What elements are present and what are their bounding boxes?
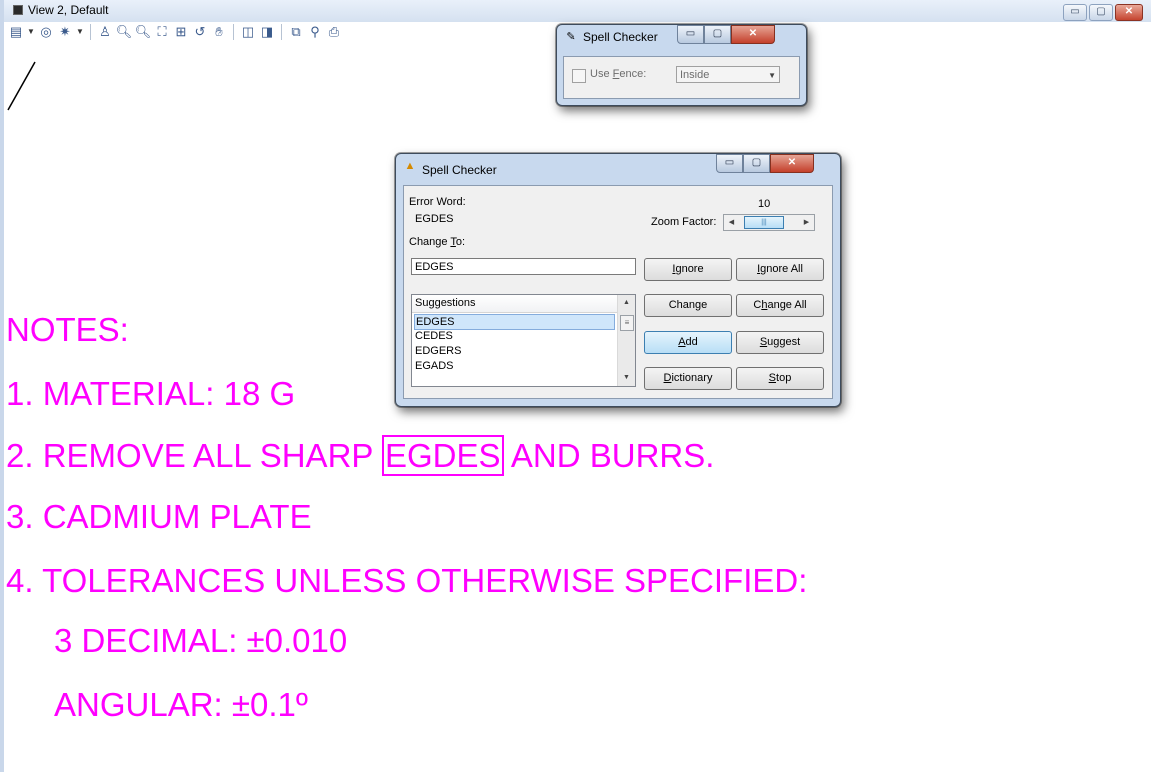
toolbar-separator bbox=[281, 24, 282, 40]
note-line-4a: 3 DECIMAL: ±0.010 bbox=[54, 622, 348, 659]
suggest-button[interactable]: Suggest bbox=[736, 331, 824, 354]
change-to-input[interactable]: EDGES bbox=[411, 258, 636, 275]
fence-close-button[interactable]: ✕ bbox=[731, 25, 775, 44]
camera-icon[interactable]: ⚲ bbox=[307, 24, 323, 40]
spell-checker-dialog: ▲ Spell Checker ▭ ▢ ✕ Error Word: EGDES … bbox=[395, 153, 841, 407]
suggestion-item-egads[interactable]: EGADS bbox=[414, 359, 615, 373]
change-all-button[interactable]: Change All bbox=[736, 294, 824, 317]
use-fence-checkbox[interactable] bbox=[572, 69, 586, 83]
fence-dialog-controls: ▭ ▢ ✕ bbox=[677, 25, 775, 44]
note-line-3: 3. CADMIUM PLATE bbox=[6, 498, 312, 535]
use-fence-label: Use Fence: bbox=[590, 68, 647, 80]
zoom-value: 10 bbox=[758, 198, 771, 210]
note-line-2: 2. REMOVE ALL SHARP EGDES AND BURRS. bbox=[6, 435, 715, 476]
spell-checker-icon: ▲ bbox=[404, 160, 416, 172]
zoom-factor-label: Zoom Factor: bbox=[651, 216, 717, 228]
rotate-view-icon[interactable]: ↺ bbox=[192, 24, 208, 40]
suggestions-header: Suggestions bbox=[412, 295, 617, 313]
zoom-in-icon[interactable]: 🔍︎ bbox=[116, 24, 133, 40]
scrollbar-thumb[interactable]: ≡ bbox=[620, 315, 634, 331]
fit-view-icon[interactable]: ⊞ bbox=[173, 24, 189, 40]
fence-minimize-button[interactable]: ▭ bbox=[677, 25, 704, 44]
view-close-button[interactable]: ✕ bbox=[1115, 4, 1143, 21]
view-previous-icon[interactable]: ◫ bbox=[240, 24, 256, 40]
dictionary-button[interactable]: Dictionary bbox=[644, 367, 732, 390]
pan-view-icon[interactable]: ✋︎ bbox=[211, 24, 227, 40]
update-view-icon[interactable]: ♙ bbox=[97, 24, 113, 40]
zoom-factor-slider[interactable]: ◀ ||| ▶ bbox=[723, 214, 815, 231]
spell-close-button[interactable]: ✕ bbox=[770, 154, 814, 173]
zoom-slider-thumb[interactable]: ||| bbox=[744, 216, 784, 229]
dropdown-arrow-icon[interactable]: ▼ bbox=[76, 24, 84, 40]
view-maximize-button[interactable]: ▢ bbox=[1089, 4, 1113, 21]
ignore-button[interactable]: Ignore bbox=[644, 258, 732, 281]
suggestion-item-edges[interactable]: EDGES bbox=[414, 314, 615, 330]
note-line-4b: ANGULAR: ±0.1º bbox=[54, 686, 308, 723]
chevron-down-icon: ▼ bbox=[768, 71, 776, 80]
suggestion-item-cedes[interactable]: CEDES bbox=[414, 329, 615, 343]
scroll-right-icon[interactable]: ▶ bbox=[799, 215, 814, 230]
note-line-2-suffix: AND BURRS. bbox=[503, 437, 715, 474]
error-word-value: EGDES bbox=[415, 213, 454, 225]
scroll-left-icon[interactable]: ◀ bbox=[724, 215, 739, 230]
save-view-icon[interactable]: ⎙ bbox=[326, 24, 342, 40]
spell-dialog-title-bar[interactable]: ▲ Spell Checker ▭ ▢ ✕ bbox=[396, 154, 840, 178]
ignore-all-button[interactable]: Ignore All bbox=[736, 258, 824, 281]
fence-mode-select[interactable]: Inside ▼ bbox=[676, 66, 780, 83]
change-to-label: Change To: bbox=[409, 236, 466, 248]
toolbar-separator bbox=[233, 24, 234, 40]
note-line-2-text: 2. REMOVE ALL SHARP bbox=[6, 437, 382, 474]
fence-dialog-title: Spell Checker bbox=[583, 30, 658, 44]
spell-maximize-button[interactable]: ▢ bbox=[743, 154, 770, 173]
suggestions-list[interactable]: Suggestions EDGES CEDES EDGERS EGADS ▲ ≡… bbox=[411, 294, 636, 387]
fence-dialog: ✎ Spell Checker ▭ ▢ ✕ Use Fence: Inside … bbox=[556, 24, 807, 106]
scroll-down-icon[interactable]: ▼ bbox=[618, 370, 635, 386]
spell-minimize-button[interactable]: ▭ bbox=[716, 154, 743, 173]
suggestions-scrollbar[interactable]: ▲ ≡ ▼ bbox=[617, 295, 635, 386]
fence-mode-value: Inside bbox=[680, 69, 710, 81]
spell-dialog-controls: ▭ ▢ ✕ bbox=[716, 154, 814, 173]
error-word-label: Error Word: bbox=[409, 196, 466, 208]
change-button[interactable]: Change bbox=[644, 294, 732, 317]
view-title-bar[interactable]: View 2, Default ▭ ▢ ✕ bbox=[4, 0, 1151, 22]
view-next-icon[interactable]: ◨ bbox=[259, 24, 275, 40]
add-button[interactable]: Add bbox=[644, 331, 732, 354]
zoom-out-icon[interactable]: 🔍︎ bbox=[135, 24, 152, 40]
note-line-1: 1. MATERIAL: 18 G bbox=[6, 375, 296, 412]
fence-dialog-title-bar[interactable]: ✎ Spell Checker ▭ ▢ ✕ bbox=[557, 25, 806, 49]
scroll-up-icon[interactable]: ▲ bbox=[618, 295, 635, 311]
view-window-controls: ▭ ▢ ✕ bbox=[1063, 4, 1143, 21]
suggestion-item-edgers[interactable]: EDGERS bbox=[414, 344, 615, 358]
drawing-line bbox=[7, 61, 36, 111]
spell-checker-icon: ✎ bbox=[566, 31, 576, 43]
spell-dialog-title: Spell Checker bbox=[422, 163, 497, 177]
stop-button[interactable]: Stop bbox=[736, 367, 824, 390]
toolbar-separator bbox=[90, 24, 91, 40]
note-line-4: 4. TOLERANCES UNLESS OTHERWISE SPECIFIED… bbox=[6, 562, 808, 599]
fence-dialog-body: Use Fence: Inside ▼ bbox=[563, 56, 800, 99]
window-area-icon[interactable]: ⛶ bbox=[154, 24, 170, 40]
view-minimize-button[interactable]: ▭ bbox=[1063, 4, 1087, 21]
notes-heading: NOTES: bbox=[6, 311, 129, 348]
fence-maximize-button[interactable]: ▢ bbox=[704, 25, 731, 44]
spell-dialog-body: Error Word: EGDES 10 Zoom Factor: ◀ ||| … bbox=[403, 185, 833, 399]
misspelled-word-highlight: EGDES bbox=[382, 435, 504, 476]
copy-view-icon[interactable]: ⧉ bbox=[288, 24, 304, 40]
